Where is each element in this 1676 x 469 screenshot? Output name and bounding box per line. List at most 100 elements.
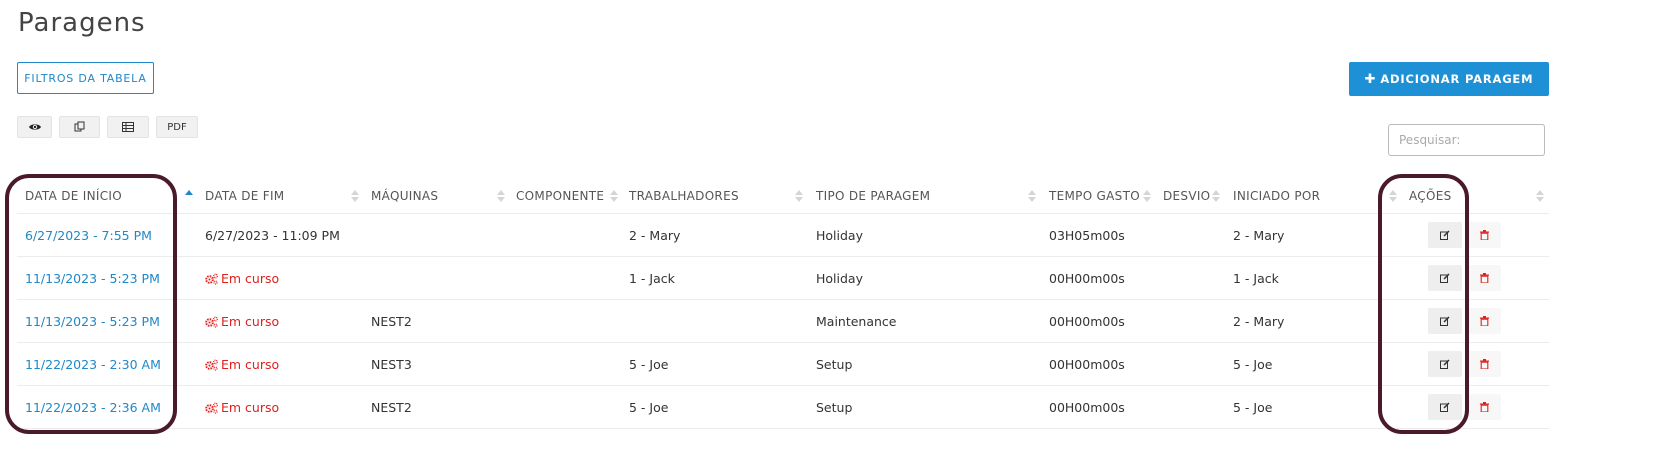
started-by-cell: 2 - Mary xyxy=(1233,314,1285,329)
column-header-deviation[interactable]: DESVIO xyxy=(1163,189,1210,203)
edit-button[interactable] xyxy=(1428,394,1462,420)
row-divider xyxy=(17,299,1549,300)
machines-cell: NEST3 xyxy=(371,357,412,372)
sort-icon[interactable] xyxy=(1143,188,1151,204)
row-divider xyxy=(17,385,1549,386)
trash-icon xyxy=(1479,359,1489,369)
sort-ascending-icon[interactable] xyxy=(185,188,193,204)
edit-icon xyxy=(1440,316,1450,326)
start-date-link[interactable]: 11/22/2023 - 2:30 AM xyxy=(25,357,161,372)
time-spent-cell: 03H05m00s xyxy=(1049,228,1125,243)
delete-button[interactable] xyxy=(1467,222,1501,248)
search-input[interactable] xyxy=(1388,124,1545,156)
column-header-stop-type[interactable]: TIPO DE PARAGEM xyxy=(816,189,930,203)
sort-icon[interactable] xyxy=(610,188,618,204)
sort-icon[interactable] xyxy=(1536,188,1544,204)
copy-icon xyxy=(74,121,84,132)
column-header-workers[interactable]: TRABALHADORES xyxy=(629,189,739,203)
row-divider xyxy=(17,256,1549,257)
workers-cell: 2 - Mary xyxy=(629,228,681,243)
edit-icon xyxy=(1440,402,1450,412)
time-spent-cell: 00H00m00s xyxy=(1049,271,1125,286)
plus-icon: ✚ xyxy=(1364,71,1377,87)
workers-cell: 1 - Jack xyxy=(629,271,675,286)
sort-icon[interactable] xyxy=(497,188,505,204)
end-date-cell: 6/27/2023 - 11:09 PM xyxy=(205,228,340,243)
stop-type-cell: Holiday xyxy=(816,271,863,286)
gears-icon xyxy=(205,402,218,414)
column-header-actions[interactable]: AÇÕES xyxy=(1409,189,1452,203)
gears-icon xyxy=(205,359,218,371)
started-by-cell: 5 - Joe xyxy=(1233,357,1273,372)
edit-button[interactable] xyxy=(1428,222,1462,248)
delete-button[interactable] xyxy=(1467,351,1501,377)
stop-type-cell: Setup xyxy=(816,357,853,372)
sort-icon[interactable] xyxy=(1212,188,1220,204)
trash-icon xyxy=(1479,230,1489,240)
column-header-time-spent[interactable]: TEMPO GASTO xyxy=(1049,189,1140,203)
column-visibility-button[interactable] xyxy=(17,116,52,138)
add-stop-label: ADICIONAR PARAGEM xyxy=(1380,72,1534,86)
started-by-cell: 5 - Joe xyxy=(1233,400,1273,415)
column-header-component[interactable]: COMPONENTE xyxy=(516,189,604,203)
edit-icon xyxy=(1440,273,1450,283)
gears-icon xyxy=(205,316,218,328)
delete-button[interactable] xyxy=(1467,265,1501,291)
column-header-start-date[interactable]: DATA DE INÍCIO xyxy=(25,189,122,203)
trash-icon xyxy=(1479,402,1489,412)
pdf-button[interactable]: PDF xyxy=(156,116,198,138)
export-toolbar: PDF xyxy=(17,116,198,138)
edit-button[interactable] xyxy=(1428,351,1462,377)
trash-icon xyxy=(1479,273,1489,283)
end-date-cell: Em curso xyxy=(205,271,279,286)
time-spent-cell: 00H00m00s xyxy=(1049,314,1125,329)
time-spent-cell: 00H00m00s xyxy=(1049,357,1125,372)
running-status: Em curso xyxy=(221,400,280,415)
sort-icon[interactable] xyxy=(1028,188,1036,204)
running-status: Em curso xyxy=(221,357,280,372)
edit-button[interactable] xyxy=(1428,308,1462,334)
machines-cell: NEST2 xyxy=(371,314,412,329)
column-header-machines[interactable]: MÁQUINAS xyxy=(371,189,438,203)
row-divider xyxy=(17,428,1549,429)
row-divider xyxy=(17,213,1549,214)
workers-cell: 5 - Joe xyxy=(629,400,669,415)
machines-cell: NEST2 xyxy=(371,400,412,415)
edit-icon xyxy=(1440,230,1450,240)
start-date-link[interactable]: 11/22/2023 - 2:36 AM xyxy=(25,400,161,415)
start-date-link[interactable]: 11/13/2023 - 5:23 PM xyxy=(25,314,160,329)
sort-icon[interactable] xyxy=(1389,188,1397,204)
gears-icon xyxy=(205,273,218,285)
stop-type-cell: Setup xyxy=(816,400,853,415)
table-filters-button[interactable]: FILTROS DA TABELA xyxy=(17,62,154,94)
started-by-cell: 2 - Mary xyxy=(1233,228,1285,243)
end-date-cell: Em curso xyxy=(205,400,279,415)
add-stop-button[interactable]: ✚ ADICIONAR PARAGEM xyxy=(1349,62,1549,96)
edit-button[interactable] xyxy=(1428,265,1462,291)
delete-button[interactable] xyxy=(1467,394,1501,420)
page-title: Paragens xyxy=(18,8,146,38)
column-header-started-by[interactable]: INICIADO POR xyxy=(1233,189,1320,203)
start-date-link[interactable]: 11/13/2023 - 5:23 PM xyxy=(25,271,160,286)
end-date-cell: Em curso xyxy=(205,357,279,372)
column-header-end-date[interactable]: DATA DE FIM xyxy=(205,189,284,203)
trash-icon xyxy=(1479,316,1489,326)
copy-button[interactable] xyxy=(59,116,100,138)
end-date-cell: Em curso xyxy=(205,314,279,329)
stop-type-cell: Maintenance xyxy=(816,314,897,329)
running-status: Em curso xyxy=(221,271,280,286)
time-spent-cell: 00H00m00s xyxy=(1049,400,1125,415)
edit-icon xyxy=(1440,359,1450,369)
running-status: Em curso xyxy=(221,314,280,329)
start-date-link[interactable]: 6/27/2023 - 7:55 PM xyxy=(25,228,152,243)
sort-icon[interactable] xyxy=(795,188,803,204)
stop-type-cell: Holiday xyxy=(816,228,863,243)
excel-button[interactable] xyxy=(107,116,149,138)
eye-icon xyxy=(28,124,41,130)
sort-icon[interactable] xyxy=(351,188,359,204)
workers-cell: 5 - Joe xyxy=(629,357,669,372)
row-divider xyxy=(17,342,1549,343)
started-by-cell: 1 - Jack xyxy=(1233,271,1279,286)
table-icon xyxy=(122,122,134,132)
delete-button[interactable] xyxy=(1467,308,1501,334)
